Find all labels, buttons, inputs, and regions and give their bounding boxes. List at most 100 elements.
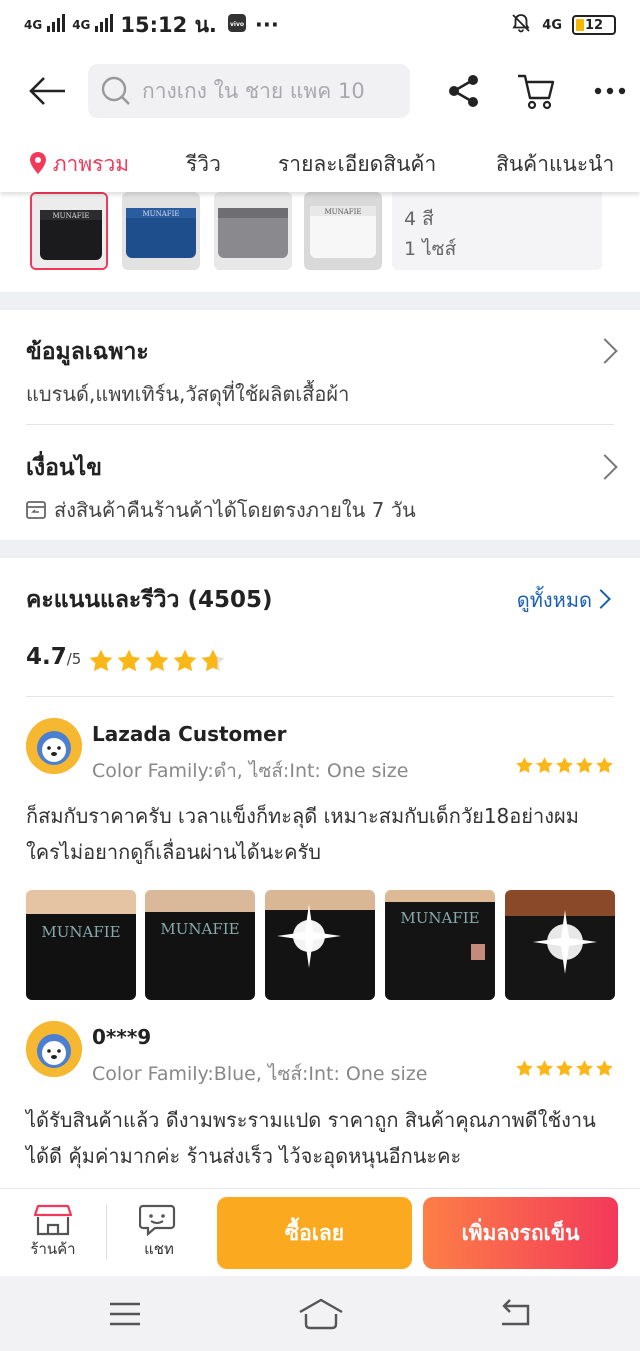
tab-recommended-label: สินค้าแนะนำ <box>496 152 615 176</box>
store-button[interactable]: ร้านค้า <box>18 1203 88 1261</box>
rating-out-of: /5 <box>66 650 82 668</box>
chat-button[interactable]: แชท <box>124 1203 194 1261</box>
variant-summary[interactable]: 4 สี 1 ไซส์ <box>392 192 602 270</box>
review-text-line: ใครไม่อยากดูก็เลื่อนผ่านได้นะครับ <box>26 840 321 864</box>
status-right: 4G 12 <box>510 12 616 38</box>
more-button[interactable]: 9 <box>582 63 638 119</box>
home-nav-button[interactable] <box>296 1296 346 1332</box>
status-bar: 4G 4G 15:12 น. vivo ··· 4G 12 <box>0 0 640 50</box>
notification-dots: ··· <box>254 13 279 37</box>
review-photo[interactable]: MUNAFIE <box>385 890 495 1000</box>
review-photo[interactable]: MUNAFIE <box>26 890 136 1000</box>
photo-waistband-label: MUNAFIE <box>400 909 479 927</box>
menu-nav-button[interactable] <box>104 1298 146 1330</box>
star-icon <box>89 649 113 672</box>
battery-icon: 12 <box>572 15 616 35</box>
top-nav: กางเกง ใน ชาย แพค 10 9 <box>0 50 640 132</box>
menu-icon <box>110 1302 140 1326</box>
chevron-right-icon <box>592 454 618 480</box>
conditions-title: เงื่อนไข <box>26 455 102 481</box>
spec-title: ข้อมูลเฉพาะ <box>26 339 149 365</box>
system-nav-bar <box>0 1276 640 1351</box>
review-photo[interactable] <box>505 890 615 1000</box>
reviews-section: คะแนนและรีวิว (4505) ดูทั้งหมด 4.7/5 Laz… <box>0 558 640 1198</box>
see-all-label: ดูทั้งหมด <box>516 588 592 612</box>
back-arrow-icon <box>29 77 65 105</box>
reviews-heading: คะแนนและรีวิว (4505) <box>26 587 273 613</box>
chevron-right-icon <box>591 589 611 609</box>
review-variant: Color Family:Blue, ไซส์:Int: One size <box>92 1063 428 1085</box>
star-icon <box>576 1060 593 1076</box>
svg-text:MUNAFIE: MUNAFIE <box>325 208 362 216</box>
share-button[interactable] <box>436 63 492 119</box>
tab-details-label: รายละเอียดสินค้า <box>278 152 437 176</box>
chat-icon <box>139 1204 176 1237</box>
home-icon <box>299 1298 343 1330</box>
tab-recommended[interactable]: สินค้าแนะนำ <box>496 148 614 181</box>
star-icon <box>516 1060 533 1076</box>
share-icon <box>449 75 478 107</box>
tab-overview-label: ภาพรวม <box>52 152 130 176</box>
section-tabs: ภาพรวม รีวิว รายละเอียดสินค้า สินค้าแนะน… <box>0 132 640 192</box>
average-stars <box>88 648 226 674</box>
tab-product-details[interactable]: รายละเอียดสินค้า <box>278 148 436 181</box>
back-button[interactable] <box>18 61 78 121</box>
conditions-row[interactable]: เงื่อนไข ส่งสินค้าคืนร้านค้าได้โดยตรงภาย… <box>0 424 640 540</box>
search-input[interactable]: กางเกง ใน ชาย แพค 10 <box>88 64 410 118</box>
variant-thumb-white[interactable]: MUNAFIE <box>304 192 382 270</box>
chat-label: แชท <box>144 1240 174 1258</box>
signal-2-icon <box>94 13 114 37</box>
add-to-cart-button[interactable]: เพิ่มลงรถเข็น <box>423 1197 618 1269</box>
spec-row[interactable]: ข้อมูลเฉพาะ แบรนด์,แพทเทิร์น,วัสดุที่ใช้… <box>0 310 640 424</box>
conditions-subtitle: ส่งสินค้าคืนร้านค้าได้โดยตรงภายใน 7 วัน <box>54 498 416 522</box>
photo-waistband-label: MUNAFIE <box>160 920 239 938</box>
review-stars <box>515 756 614 775</box>
photo-waistband-label: MUNAFIE <box>41 923 120 941</box>
spec-subtitle: แบรนด์,แพทเทิร์น,วัสดุที่ใช้ผลิตเสื้อผ้า <box>26 382 350 406</box>
return-box-icon <box>26 501 46 519</box>
mute-bell-icon <box>510 12 532 38</box>
location-pin-icon <box>30 152 46 174</box>
search-placeholder: กางเกง ใน ชาย แพค 10 <box>142 78 365 103</box>
signal-1-label: 4G <box>24 18 43 32</box>
signal-1-icon <box>46 13 66 37</box>
variant-thumb-gray[interactable] <box>214 192 292 270</box>
tab-reviews[interactable]: รีวิว <box>186 148 221 181</box>
star-icon <box>536 757 553 773</box>
star-icon <box>117 649 141 672</box>
star-icon <box>576 757 593 773</box>
color-count: 4 สี <box>404 208 434 230</box>
reviewer-name: 0***9 <box>92 1025 152 1049</box>
star-icon <box>596 757 613 773</box>
more-dots-icon <box>594 87 626 95</box>
star-icon <box>556 757 573 773</box>
review-stars <box>515 1059 614 1078</box>
tab-overview[interactable]: ภาพรวม <box>30 148 129 181</box>
buy-now-button[interactable]: ซื้อเลย <box>217 1197 412 1269</box>
buy-now-label: ซื้อเลย <box>284 1220 345 1245</box>
back-nav-icon <box>502 1299 530 1326</box>
cart-button[interactable] <box>508 63 564 119</box>
star-icon <box>173 649 197 672</box>
review-photo[interactable]: MUNAFIE <box>145 890 255 1000</box>
variant-thumb-blue[interactable]: MUNAFIE <box>122 192 200 270</box>
conditions-subtitle-row: ส่งสินค้าคืนร้านค้าได้โดยตรงภายใน 7 วัน <box>26 494 416 526</box>
rating-score: 4.7 <box>26 644 67 670</box>
divider <box>26 696 614 697</box>
review-text-line: ก็สมกับราคาครับ เวลาแข็งก็ทะลุดี เหมาะสม… <box>26 804 579 828</box>
divider <box>106 1205 107 1259</box>
back-nav-button[interactable] <box>494 1298 534 1330</box>
review-text-line: ได้รับสินค้าแล้ว ดีงามพระรามแปด ราคาถูก … <box>26 1108 596 1132</box>
signal-2-label: 4G <box>72 18 91 32</box>
avatar <box>26 1021 82 1077</box>
star-icon <box>145 649 169 672</box>
average-rating: 4.7/5 <box>26 644 81 670</box>
review-text: ได้รับสินค้าแล้ว ดีงามพระรามแปด ราคาถูก … <box>26 1102 620 1174</box>
size-count: 1 ไซส์ <box>404 238 457 260</box>
cart-icon <box>518 74 555 110</box>
svg-text:MUNAFIE: MUNAFIE <box>53 212 90 220</box>
variant-thumb-black[interactable]: MUNAFIE <box>30 192 108 270</box>
see-all-link[interactable]: ดูทั้งหมด <box>517 584 592 616</box>
review-photo[interactable] <box>265 890 375 1000</box>
product-page: 4G 4G 15:12 น. vivo ··· 4G 12 กางเกง ใน … <box>0 0 640 1351</box>
